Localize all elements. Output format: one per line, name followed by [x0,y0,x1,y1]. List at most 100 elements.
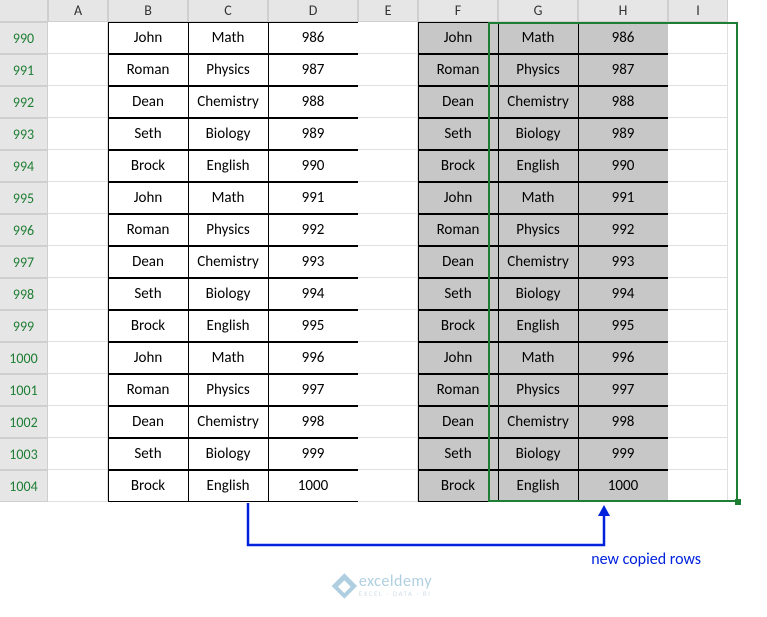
cell[interactable]: John [108,22,189,54]
column-header[interactable]: G [498,0,578,22]
cell[interactable] [668,150,728,182]
cell[interactable]: 993 [578,246,669,278]
cell[interactable] [358,342,418,374]
row-header[interactable]: 997 [0,246,48,278]
cell[interactable] [668,86,728,118]
column-header[interactable]: D [268,0,358,22]
cell[interactable]: English [188,470,269,502]
cell[interactable]: 998 [578,406,669,438]
cell[interactable]: Brock [108,470,189,502]
cell[interactable] [668,214,728,246]
spreadsheet-grid[interactable]: ABCDEFGHI990JohnMath986JohnMath986991Rom… [0,0,728,502]
cell[interactable]: 995 [578,310,669,342]
cell[interactable]: English [498,470,579,502]
cell[interactable]: 996 [578,342,669,374]
cell[interactable]: Brock [418,310,499,342]
cell[interactable]: Physics [498,54,579,86]
cell[interactable]: John [108,182,189,214]
selection-fill-handle[interactable] [735,499,741,505]
cell[interactable]: Roman [418,214,499,246]
cell[interactable]: 987 [268,54,359,86]
cell[interactable]: 991 [578,182,669,214]
row-header[interactable]: 999 [0,310,48,342]
column-header[interactable]: I [668,0,728,22]
cell[interactable] [668,342,728,374]
column-header[interactable]: A [48,0,108,22]
cell[interactable]: Math [188,342,269,374]
cell[interactable]: Chemistry [188,246,269,278]
cell[interactable]: 986 [268,22,359,54]
cell[interactable]: Physics [188,214,269,246]
cell[interactable] [668,54,728,86]
cell[interactable]: Physics [498,374,579,406]
cell[interactable] [48,54,108,86]
cell[interactable] [358,310,418,342]
cell[interactable]: Math [188,22,269,54]
cell[interactable]: Physics [188,54,269,86]
cell[interactable]: Seth [108,438,189,470]
row-header[interactable]: 1004 [0,470,48,502]
cell[interactable] [48,214,108,246]
cell[interactable]: Brock [108,150,189,182]
cell[interactable] [358,278,418,310]
cell[interactable]: 999 [578,438,669,470]
cell[interactable] [48,86,108,118]
cell[interactable]: 992 [578,214,669,246]
cell[interactable] [48,438,108,470]
column-header[interactable]: E [358,0,418,22]
cell[interactable]: 990 [578,150,669,182]
cell[interactable] [48,342,108,374]
cell[interactable] [48,22,108,54]
row-header[interactable]: 1001 [0,374,48,406]
cell[interactable]: Math [188,182,269,214]
cell[interactable]: 996 [268,342,359,374]
cell[interactable] [358,118,418,150]
cell[interactable]: Math [498,182,579,214]
cell[interactable] [668,310,728,342]
cell[interactable] [358,86,418,118]
cell[interactable]: English [498,150,579,182]
cell[interactable] [358,246,418,278]
cell[interactable]: Seth [418,278,499,310]
cell[interactable]: Biology [498,438,579,470]
cell[interactable]: Chemistry [498,86,579,118]
cell[interactable]: John [418,342,499,374]
cell[interactable] [48,310,108,342]
cell[interactable]: 990 [268,150,359,182]
cell[interactable]: 988 [578,86,669,118]
cell[interactable] [358,22,418,54]
cell[interactable]: Roman [108,54,189,86]
cell[interactable]: Chemistry [498,406,579,438]
row-header[interactable]: 1002 [0,406,48,438]
cell[interactable]: Dean [108,406,189,438]
cell[interactable]: Seth [108,278,189,310]
cell[interactable]: 997 [268,374,359,406]
cell[interactable] [358,470,418,502]
cell[interactable] [358,150,418,182]
cell[interactable]: Roman [418,374,499,406]
cell[interactable]: English [188,310,269,342]
cell[interactable]: Dean [108,86,189,118]
row-header[interactable]: 992 [0,86,48,118]
cell[interactable] [358,438,418,470]
cell[interactable]: Seth [418,438,499,470]
cell[interactable]: 998 [268,406,359,438]
row-header[interactable]: 996 [0,214,48,246]
cell[interactable]: 1000 [268,470,359,502]
cell[interactable] [668,246,728,278]
cell[interactable]: 999 [268,438,359,470]
cell[interactable] [48,246,108,278]
row-header[interactable]: 998 [0,278,48,310]
row-header[interactable]: 1000 [0,342,48,374]
cell[interactable]: John [418,182,499,214]
cell[interactable]: 991 [268,182,359,214]
cell[interactable] [668,406,728,438]
column-header[interactable]: C [188,0,268,22]
cell[interactable]: Dean [108,246,189,278]
cell[interactable]: 988 [268,86,359,118]
cell[interactable] [48,374,108,406]
cell[interactable] [668,22,728,54]
cell[interactable]: Chemistry [188,406,269,438]
cell[interactable]: Chemistry [498,246,579,278]
row-header[interactable]: 990 [0,22,48,54]
